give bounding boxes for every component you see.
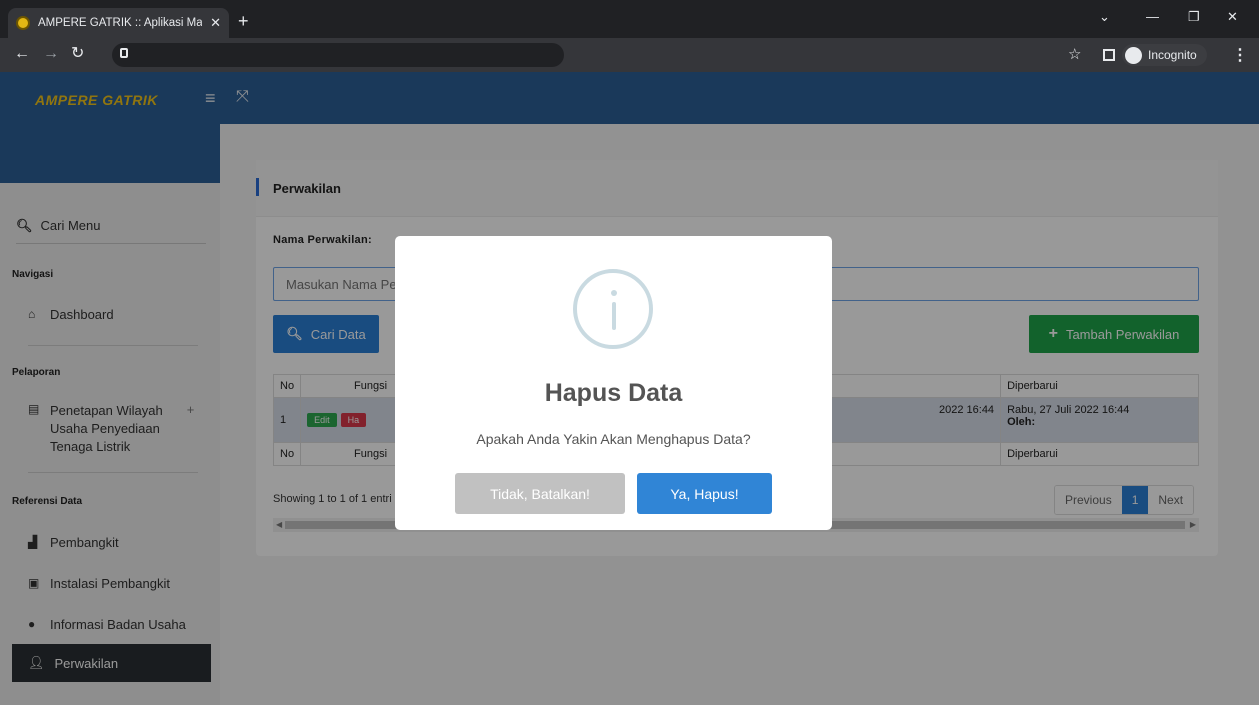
reload-icon[interactable]: ↻ xyxy=(71,46,84,62)
info-stem xyxy=(612,302,616,330)
close-tab-icon[interactable]: ✕ xyxy=(210,15,221,31)
dialog-title: Hapus Data xyxy=(544,379,683,407)
incognito-icon xyxy=(1125,46,1142,64)
bookmark-star-icon[interactable]: ☆ xyxy=(1068,45,1081,63)
confirm-delete-button[interactable]: Ya, Hapus! xyxy=(637,473,772,514)
forward-icon[interactable]: → xyxy=(43,46,59,62)
lock-icon xyxy=(120,48,128,58)
info-icon xyxy=(573,269,653,349)
incognito-label: Incognito xyxy=(1148,48,1197,62)
restore-icon[interactable]: ❐ xyxy=(1188,9,1200,25)
close-window-icon[interactable]: ✕ xyxy=(1227,9,1238,25)
chevron-down-icon[interactable]: ⌄ xyxy=(1099,9,1110,25)
confirm-delete-dialog: Hapus Data Apakah Anda Yakin Akan Mengha… xyxy=(395,236,832,530)
browser-tab-bar: AMPERE GATRIK :: Aplikasi Mana ✕ + ⌄ — ❐… xyxy=(0,0,1259,38)
minimize-icon[interactable]: — xyxy=(1146,9,1159,24)
dialog-message: Apakah Anda Yakin Akan Menghapus Data? xyxy=(476,431,751,447)
browser-menu-icon[interactable]: ⋮ xyxy=(1232,45,1248,65)
favicon-icon xyxy=(16,16,30,30)
info-dot xyxy=(611,290,617,296)
side-panel-icon[interactable] xyxy=(1103,49,1115,61)
incognito-badge[interactable]: Incognito xyxy=(1122,44,1207,66)
new-tab-icon[interactable]: + xyxy=(238,12,249,30)
cancel-button[interactable]: Tidak, Batalkan! xyxy=(455,473,625,514)
back-icon[interactable]: ← xyxy=(14,46,30,62)
browser-tab[interactable]: AMPERE GATRIK :: Aplikasi Mana ✕ xyxy=(8,8,229,38)
address-bar: ← → ↻ ☆ Incognito ⋮ xyxy=(0,38,1259,72)
omnibox[interactable] xyxy=(112,43,564,67)
tab-title: AMPERE GATRIK :: Aplikasi Mana xyxy=(38,17,203,29)
